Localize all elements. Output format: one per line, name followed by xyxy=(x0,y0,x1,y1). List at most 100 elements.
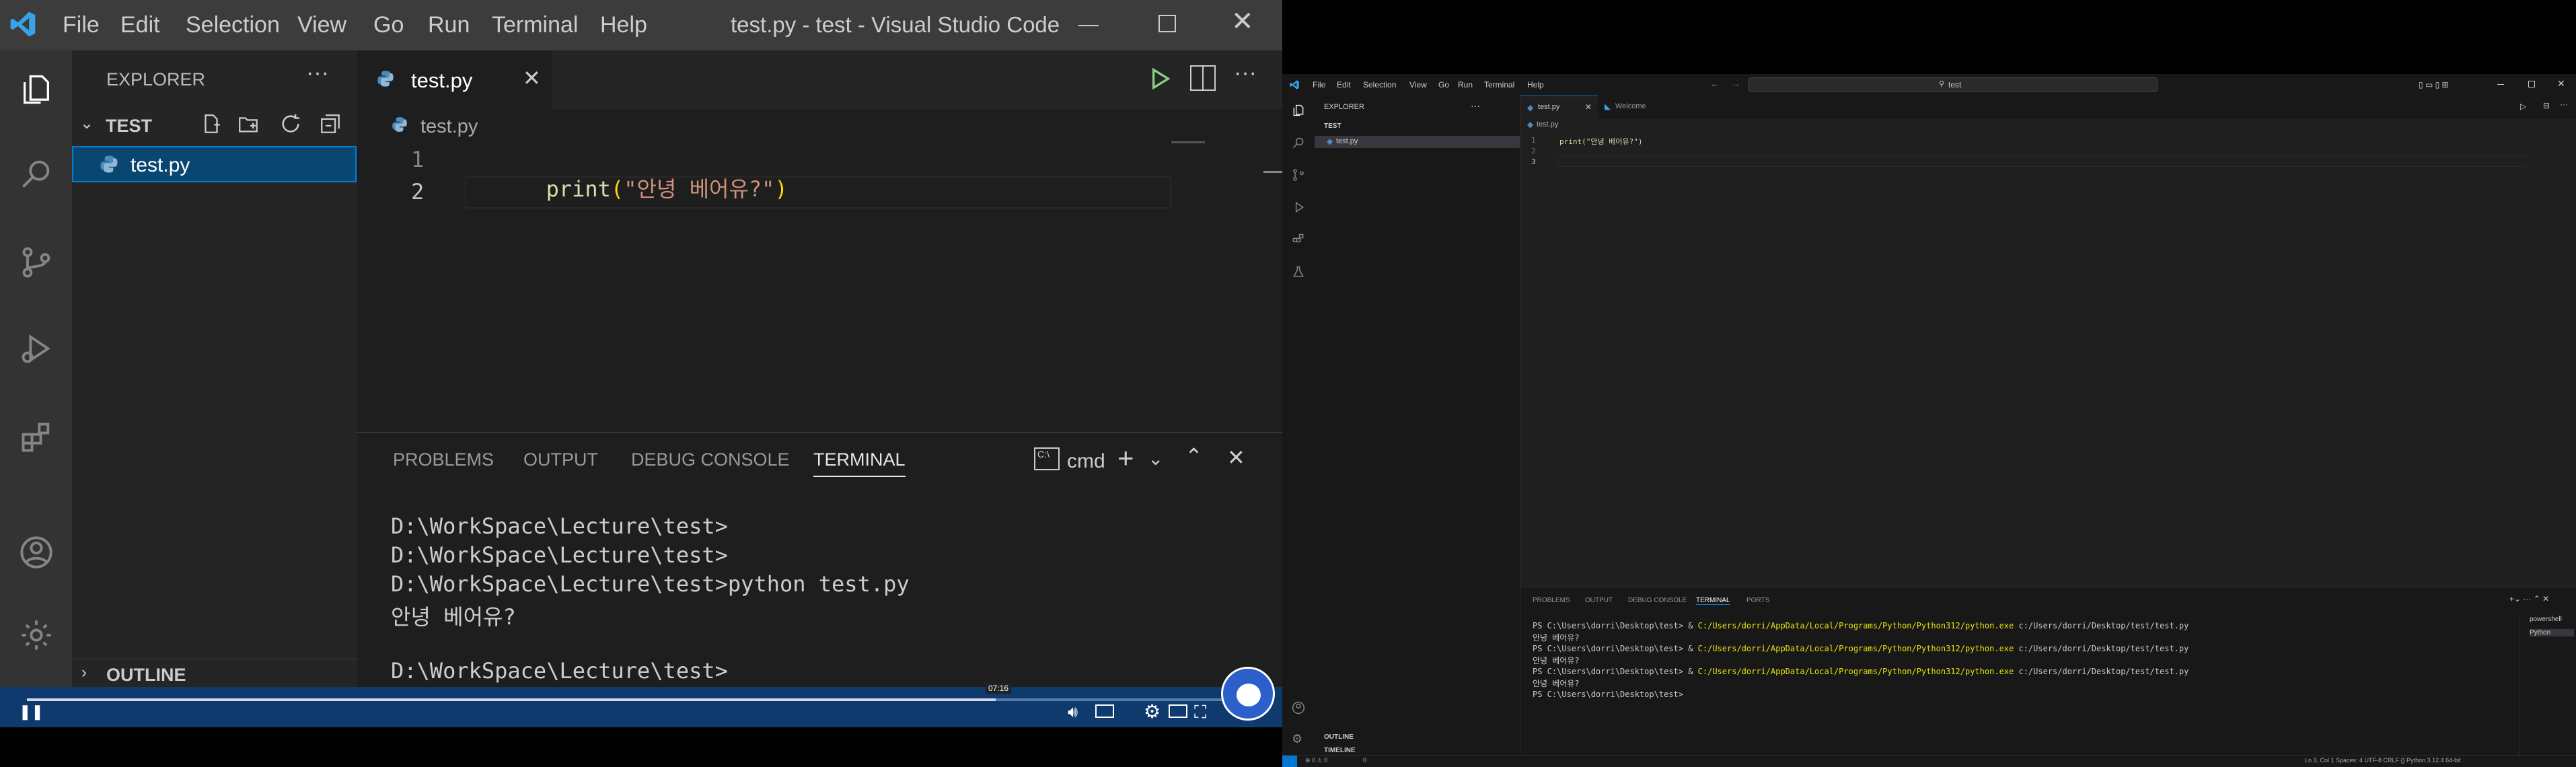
tab-terminal[interactable]: TERMINAL xyxy=(1696,597,1730,605)
layout-toggle-icons[interactable]: ▯ ▭ ▯ ⊞ xyxy=(2419,80,2493,89)
run-python-icon[interactable] xyxy=(1146,65,1173,92)
folder-label[interactable]: TEST xyxy=(1324,122,1341,130)
run-debug-icon[interactable] xyxy=(17,330,54,367)
restore-icon[interactable] xyxy=(1158,15,1176,32)
close-window-icon[interactable]: ✕ xyxy=(2557,78,2565,89)
fullscreen-icon[interactable]: ⛶ xyxy=(1194,702,1206,723)
tab-output[interactable]: OUTPUT xyxy=(523,449,598,470)
split-editor-icon[interactable] xyxy=(1190,65,1216,91)
new-folder-icon[interactable] xyxy=(237,112,260,135)
source-control-icon[interactable] xyxy=(1292,168,1305,182)
settings-gear-icon[interactable] xyxy=(17,616,54,653)
tab-output[interactable]: OUTPUT xyxy=(1585,597,1613,604)
tab-debug-console[interactable]: DEBUG CONSOLE xyxy=(631,449,790,470)
menu-edit[interactable]: Edit xyxy=(1337,80,1351,89)
tab-terminal[interactable]: TERMINAL xyxy=(813,449,906,477)
more-actions-icon[interactable]: ··· xyxy=(306,60,329,86)
terminal-shell-label[interactable]: cmd xyxy=(1067,450,1105,473)
menu-selection[interactable]: Selection xyxy=(186,12,280,38)
menu-edit[interactable]: Edit xyxy=(120,12,160,38)
tab-welcome[interactable]: ◣ Welcome xyxy=(1598,96,1665,118)
menu-view[interactable]: View xyxy=(297,12,346,38)
explorer-icon[interactable] xyxy=(17,71,54,108)
chevron-down-icon[interactable]: ⌄ xyxy=(1148,447,1163,470)
tab-debug-console[interactable]: DEBUG CONSOLE xyxy=(1628,597,1687,604)
source-control-icon[interactable] xyxy=(17,244,54,281)
terminal-list-item[interactable]: Python xyxy=(2530,629,2574,636)
menu-help[interactable]: Help xyxy=(600,12,647,38)
accounts-icon[interactable] xyxy=(17,534,54,571)
tab-ports[interactable]: PORTS xyxy=(1746,597,1769,604)
menu-terminal[interactable]: Terminal xyxy=(492,12,578,38)
menu-go[interactable]: Go xyxy=(1438,80,1449,89)
minimize-icon[interactable] xyxy=(1078,25,1099,26)
close-panel-icon[interactable]: ✕ xyxy=(1227,445,1245,470)
folder-label[interactable]: TEST xyxy=(106,116,152,137)
pause-icon[interactable]: ❚❚ xyxy=(19,703,44,721)
tab-close-icon[interactable]: ✕ xyxy=(523,65,541,91)
ports-count[interactable]: 0 xyxy=(1363,757,1366,764)
back-arrow-icon[interactable]: ← xyxy=(1710,78,1720,89)
run-debug-icon[interactable] xyxy=(1292,200,1305,214)
outline-section[interactable]: › OUTLINE xyxy=(72,659,357,687)
timeline-label[interactable]: TIMELINE xyxy=(1324,747,1356,754)
remote-indicator[interactable] xyxy=(1282,756,1297,767)
explorer-icon[interactable] xyxy=(1292,104,1305,117)
outline-label[interactable]: OUTLINE xyxy=(1324,733,1354,741)
menu-file[interactable]: File xyxy=(1313,80,1325,89)
menu-run[interactable]: Run xyxy=(1458,80,1473,89)
close-window-icon[interactable]: ✕ xyxy=(1231,8,1254,35)
scrollbar-marker[interactable] xyxy=(1263,171,1282,173)
menu-go[interactable]: Go xyxy=(373,12,404,38)
command-center-search[interactable]: ⚲ test xyxy=(1749,77,2158,92)
breadcrumb[interactable]: test.py xyxy=(1537,120,1558,129)
chevron-down-icon[interactable]: ⌄ xyxy=(80,114,94,133)
breadcrumb[interactable]: test.py xyxy=(420,116,478,138)
menu-view[interactable]: View xyxy=(1409,80,1427,89)
terminal-toolbar-icons[interactable]: +⌄ ··· ⌃ ✕ xyxy=(2509,594,2549,604)
channel-avatar[interactable] xyxy=(1221,667,1275,721)
minimize-icon[interactable] xyxy=(2497,84,2504,85)
status-right-items[interactable]: Ln 3, Col 1 Spaces: 4 UTF-8 CRLF {} Pyth… xyxy=(2305,757,2461,764)
restore-icon[interactable] xyxy=(2528,81,2535,87)
pip-icon[interactable] xyxy=(1169,704,1187,718)
more-actions-icon[interactable]: ··· xyxy=(1234,60,1257,86)
tab-problems[interactable]: PROBLEMS xyxy=(1533,597,1570,604)
file-row-test-py[interactable]: test.py xyxy=(72,146,357,182)
menu-run[interactable]: Run xyxy=(428,12,470,38)
menu-file[interactable]: File xyxy=(63,12,100,38)
tab-test-py[interactable]: ◆ test.py ✕ xyxy=(1520,96,1598,118)
accounts-icon[interactable] xyxy=(1292,701,1305,715)
settings-gear-icon[interactable]: ⚙ xyxy=(1292,732,1305,745)
run-python-icon[interactable]: ▷ xyxy=(2520,102,2526,111)
search-icon[interactable] xyxy=(1292,136,1305,149)
menu-help[interactable]: Help xyxy=(1527,80,1544,89)
split-editor-icon[interactable]: ⊟ xyxy=(2543,101,2550,110)
maximize-panel-icon[interactable]: ⌃ xyxy=(1185,443,1203,469)
extensions-icon[interactable] xyxy=(1292,233,1305,246)
new-terminal-icon[interactable]: + xyxy=(1117,442,1134,474)
tab-test-py[interactable]: test.py ✕ xyxy=(357,50,552,109)
collapse-all-icon[interactable] xyxy=(319,112,342,135)
code-editor[interactable]: ◆ test.py 1 print("안녕 베어유?") 2 3 xyxy=(1520,118,2576,587)
file-row-test-py[interactable]: ◆ test.py xyxy=(1315,136,1520,148)
more-actions-icon[interactable]: ··· xyxy=(1471,100,1480,111)
captions-icon[interactable] xyxy=(1095,704,1114,718)
new-file-icon[interactable] xyxy=(200,112,223,135)
forward-arrow-icon[interactable]: → xyxy=(1731,78,1740,89)
menu-selection[interactable]: Selection xyxy=(1363,80,1396,89)
settings-gear-icon[interactable]: ⚙ xyxy=(1144,700,1161,723)
menu-terminal[interactable]: Terminal xyxy=(1484,80,1514,89)
terminal-list-item[interactable]: powershell xyxy=(2530,616,2562,623)
volume-icon[interactable]: 🔊︎ xyxy=(1068,703,1078,722)
more-actions-icon[interactable]: ··· xyxy=(2560,100,2568,109)
extensions-icon[interactable] xyxy=(17,418,54,455)
code-editor[interactable]: test.py 1 print("안녕 베어유?") 2 xyxy=(357,109,1282,432)
testing-flask-icon[interactable] xyxy=(1292,265,1305,279)
search-icon[interactable] xyxy=(17,155,54,192)
tab-close-icon[interactable]: ✕ xyxy=(1585,102,1592,112)
minimap[interactable] xyxy=(1171,141,1249,148)
tab-problems[interactable]: PROBLEMS xyxy=(393,449,494,470)
refresh-icon[interactable] xyxy=(279,112,302,135)
problems-count[interactable]: ⊗ 0 ⚠ 0 xyxy=(1305,757,1327,764)
